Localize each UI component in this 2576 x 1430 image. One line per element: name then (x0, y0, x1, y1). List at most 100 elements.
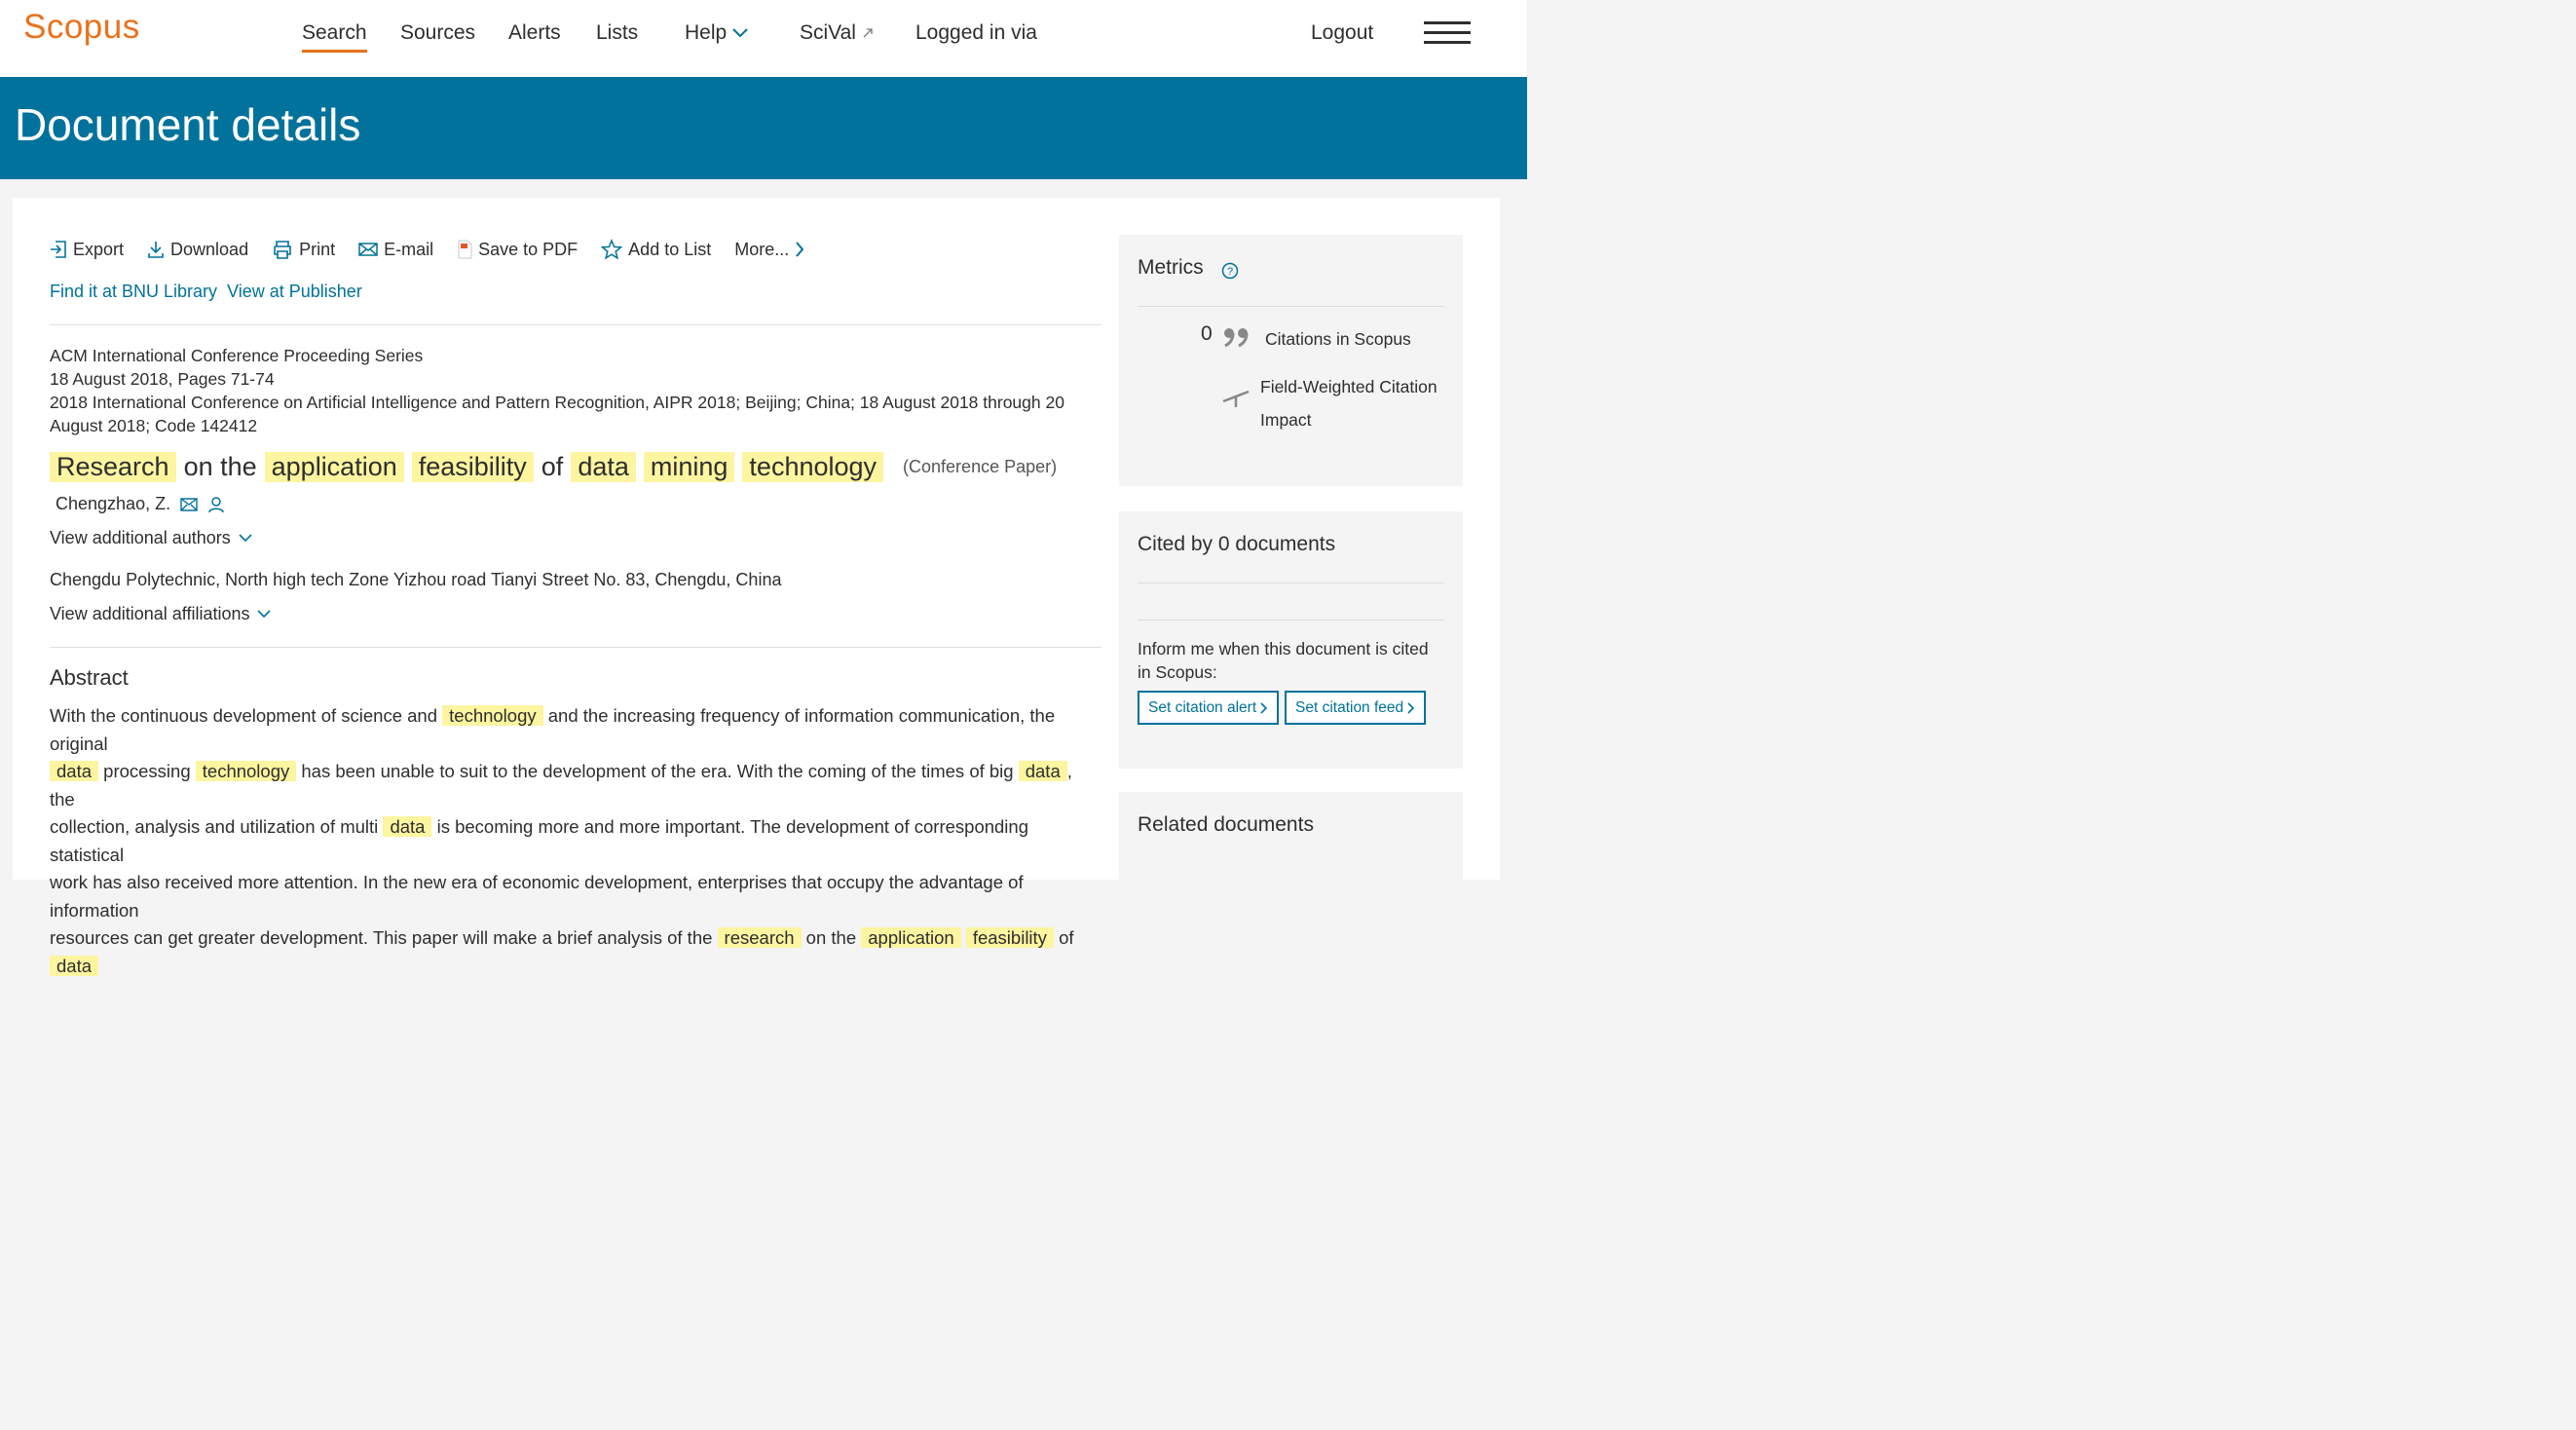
nav-sources-label: Sources (400, 21, 476, 44)
abstract-highlight: data (1018, 761, 1067, 781)
title-word: data (571, 452, 636, 482)
set-citation-feed-button[interactable]: Set citation feed (1285, 691, 1427, 725)
chevron-down-icon (239, 534, 252, 543)
star-icon (601, 239, 623, 260)
abstract-fragment: on the (805, 927, 857, 948)
nav-search[interactable]: Search (302, 16, 367, 53)
person-icon[interactable] (207, 496, 225, 513)
email-label: E-mail (384, 239, 434, 259)
abstract-highlight: data (383, 816, 432, 837)
quote-icon (1224, 328, 1249, 348)
set-citation-feed-label: Set citation feed (1295, 698, 1404, 716)
source-series-link[interactable]: ACM International Conference Proceeding … (50, 344, 1092, 367)
divider (50, 647, 1101, 648)
divider (1138, 306, 1444, 307)
logout-link[interactable]: Logout (1311, 16, 1373, 51)
inform-text-line1: Inform me when this document is cited (1138, 639, 1429, 659)
metrics-title-label: Metrics (1138, 256, 1204, 279)
source-conference: 2018 International Conference on Artific… (50, 393, 1064, 435)
email-button[interactable]: E-mail (358, 239, 433, 260)
abstract-highlight: technology (442, 705, 543, 726)
find-at-library-link[interactable]: Find it at BNU Library (50, 282, 217, 302)
abstract-fragment: resources can get greater development. T… (50, 927, 713, 948)
nav-alerts[interactable]: Alerts (508, 16, 561, 51)
cited-by-title: Cited by 0 documents (1138, 533, 1336, 555)
menu-icon[interactable] (1424, 21, 1471, 45)
set-citation-alert-label: Set citation alert (1148, 698, 1257, 716)
abstract-fragment: collection, analysis and utilization of … (50, 816, 379, 837)
export-label: Export (73, 239, 125, 259)
chevron-right-icon (1260, 701, 1268, 714)
nav-lists-label: Lists (596, 21, 639, 44)
abstract-highlight: technology (195, 761, 297, 781)
chevron-right-icon (796, 242, 804, 257)
fulltext-links: Find it at BNU Library View at Publisher (50, 282, 362, 302)
page-title: Document details (15, 99, 361, 150)
title-word: of (541, 452, 564, 481)
download-label: Download (170, 239, 249, 259)
export-button[interactable]: Export (50, 239, 124, 260)
view-additional-affiliations-label: View additional affiliations (50, 604, 250, 623)
external-link-icon (863, 28, 873, 38)
abstract-fragment: work has also received more attention. I… (50, 872, 1024, 921)
chevron-down-icon (732, 28, 748, 38)
logged-in-status: Logged in via (915, 16, 1037, 51)
document-type: (Conference Paper) (903, 457, 1058, 476)
fwci-label-line2: Impact (1260, 410, 1312, 430)
nav-scival-label: SciVal (800, 21, 856, 44)
view-additional-authors-label: View additional authors (50, 528, 231, 547)
abstract-fragment: has been unable to suit to the developme… (301, 761, 1014, 781)
abstract-fragment: of (1059, 927, 1074, 948)
print-button[interactable]: Print (272, 239, 335, 260)
chevron-right-icon (1407, 701, 1415, 714)
cited-by-panel: Cited by 0 documents Inform me when this… (1119, 511, 1463, 769)
author-row: Chengzhao, Z. (56, 494, 225, 514)
affiliation: Chengdu Polytechnic, North high tech Zon… (50, 570, 782, 589)
scale-icon (1222, 390, 1250, 407)
save-to-pdf-button[interactable]: Save to PDF (457, 239, 578, 260)
view-additional-affiliations[interactable]: View additional affiliations (50, 604, 272, 624)
citations-in-scopus-link[interactable]: Citations in Scopus (1265, 329, 1411, 350)
inform-text-line2: in Scopus: (1138, 662, 1217, 682)
citations-count: 0 (1201, 322, 1213, 345)
page-banner: Document details (0, 77, 1527, 179)
download-button[interactable]: Download (147, 239, 248, 260)
print-label: Print (299, 239, 336, 259)
view-additional-authors[interactable]: View additional authors (50, 528, 252, 548)
document-title: Research on the application feasibility … (50, 452, 1057, 482)
author-name-link[interactable]: Chengzhao, Z. (56, 494, 170, 514)
related-documents-title: Related documents (1138, 813, 1314, 836)
title-word: application (264, 452, 404, 482)
more-actions-button[interactable]: More... (734, 239, 804, 260)
envelope-icon (358, 243, 378, 256)
set-citation-alert-button[interactable]: Set citation alert (1138, 691, 1280, 725)
add-to-list-button[interactable]: Add to List (601, 239, 711, 260)
title-word: on the (183, 452, 257, 481)
abstract-highlight: application (861, 927, 961, 948)
svg-text:?: ? (1227, 266, 1233, 278)
abstract-highlight: research (717, 927, 802, 948)
abstract-fragment: processing (103, 761, 191, 781)
title-word: technology (742, 452, 884, 482)
scopus-logo[interactable]: Scopus (23, 8, 140, 47)
nav-sources[interactable]: Sources (400, 16, 475, 51)
nav-help[interactable]: Help (685, 16, 748, 51)
download-icon (148, 242, 164, 258)
top-navigation-bar: Scopus Search Sources Alerts Lists Help … (0, 0, 1527, 77)
help-circle-icon[interactable]: ? (1221, 262, 1239, 280)
envelope-icon[interactable] (180, 497, 198, 511)
source-date-pages: 18 August 2018, Pages 71-74 (50, 369, 275, 389)
metrics-title: Metrics (1138, 256, 1204, 280)
abstract-highlight: data (50, 761, 99, 781)
nav-lists[interactable]: Lists (596, 16, 638, 51)
title-word: mining (643, 452, 735, 482)
printer-icon (274, 241, 291, 259)
chevron-down-icon (257, 610, 272, 619)
fwci-label-line1: Field-Weighted Citation (1260, 377, 1437, 396)
view-at-publisher-link[interactable]: View at Publisher (227, 282, 362, 302)
logged-in-label: Logged in via (915, 21, 1037, 44)
nav-scival[interactable]: SciVal (800, 16, 874, 51)
abstract-highlight: data (50, 955, 99, 976)
nav-help-label: Help (685, 21, 728, 44)
pdf-file-icon (458, 240, 472, 259)
